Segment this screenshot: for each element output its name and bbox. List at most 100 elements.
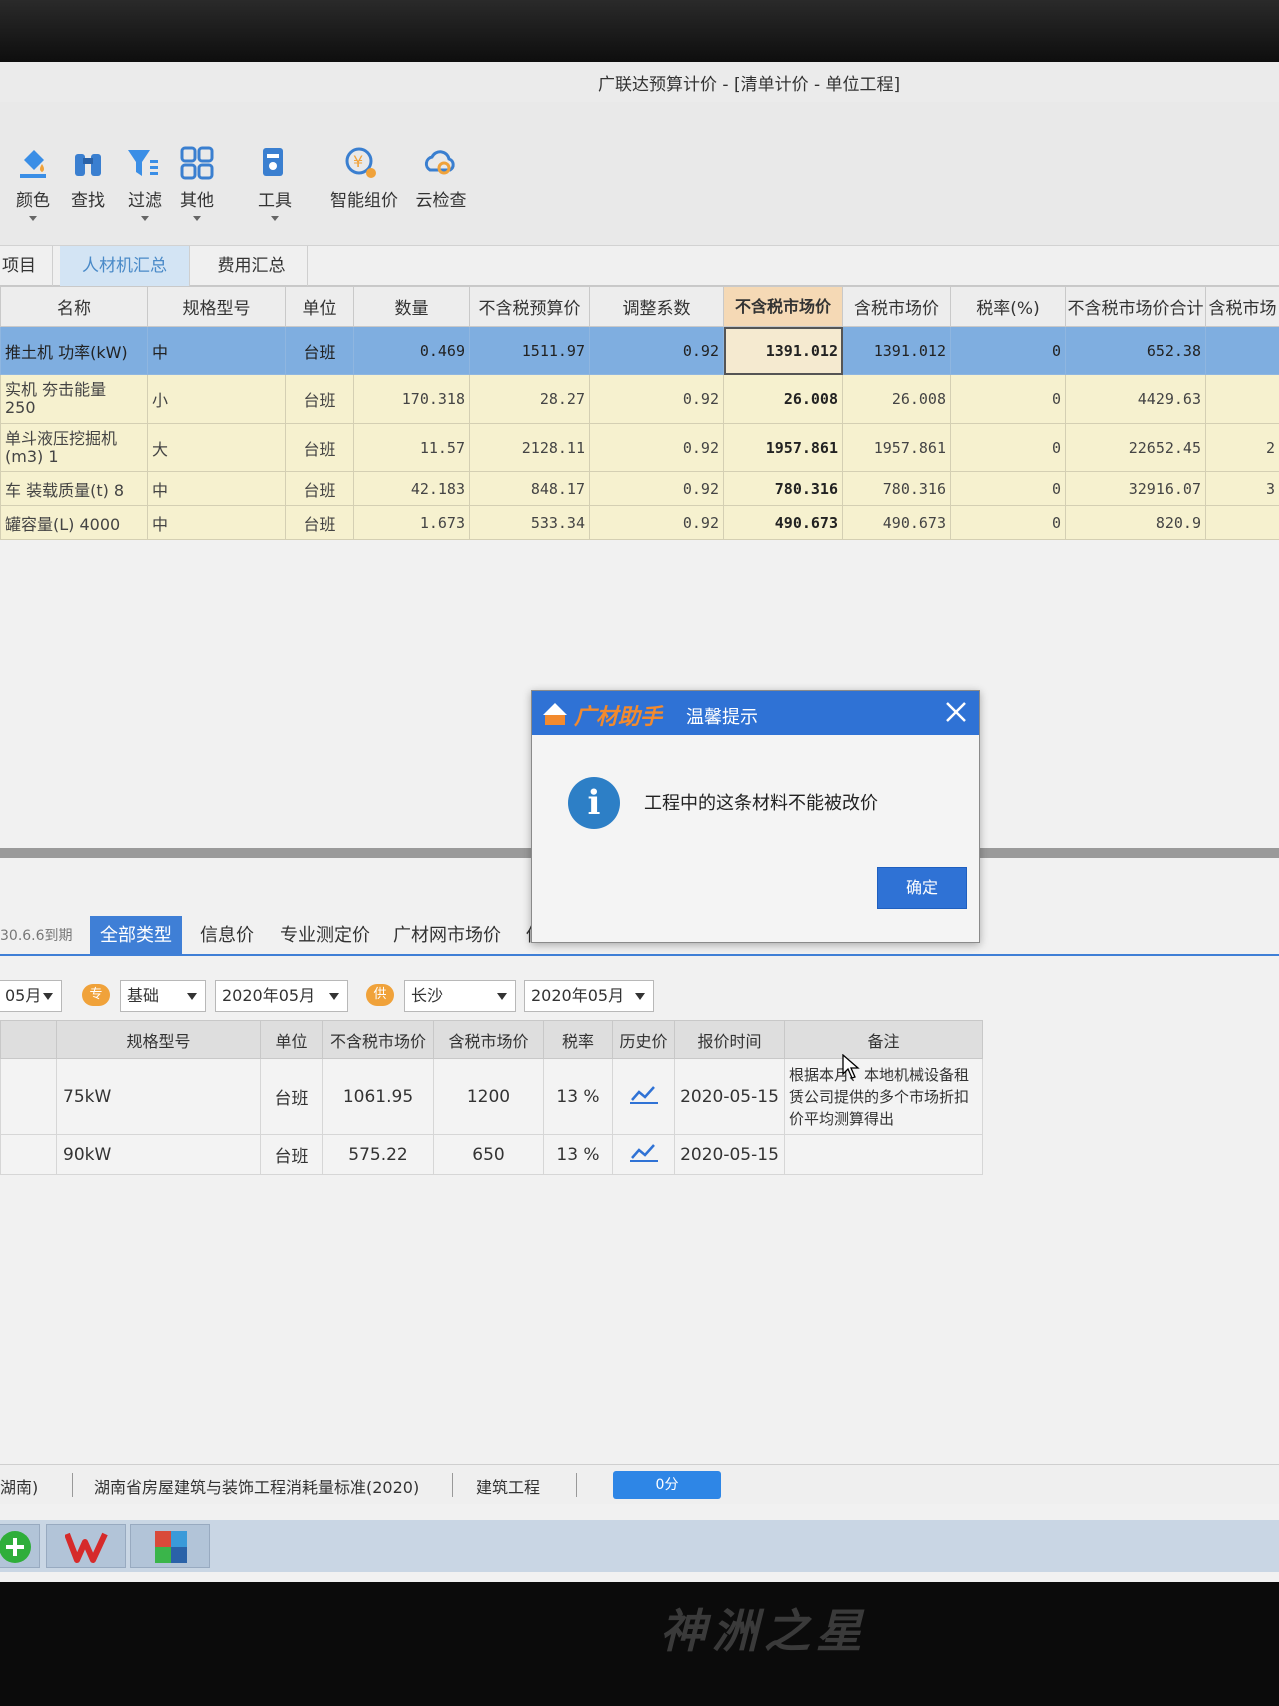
cell-name[interactable]: 推土机 功率(kW) <box>0 326 148 375</box>
cell-price[interactable]: 575.22 <box>322 1134 434 1175</box>
table-row[interactable]: 实机 夯击能量 250 小 台班 170.318 28.27 0.92 26.0… <box>0 374 1279 424</box>
tab-all-types[interactable]: 全部类型 <box>90 916 182 956</box>
cell-price-tax[interactable]: 650 <box>433 1134 544 1175</box>
cell-spec[interactable]: 中 <box>147 471 286 506</box>
cell-unit[interactable]: 台班 <box>285 423 354 472</box>
history-chart-cell[interactable] <box>612 1134 675 1175</box>
table-row[interactable]: 推土机 功率(kW) 中 台班 0.469 1511.97 0.92 1391.… <box>0 326 1279 375</box>
cell-name[interactable]: 罐容量(L) 4000 <box>0 505 148 540</box>
cell-rate[interactable]: 0 <box>950 505 1066 540</box>
cell-total[interactable]: 652.38 <box>1065 326 1206 375</box>
trend-chart-icon[interactable] <box>629 1142 658 1162</box>
cell-name[interactable]: 实机 夯击能量 250 <box>0 374 148 424</box>
cell-rate[interactable]: 0 <box>950 423 1066 472</box>
cell-market-price[interactable]: 780.316 <box>723 471 843 506</box>
tab-fee-summary[interactable]: 费用汇总 <box>196 246 308 286</box>
cell-market-price[interactable]: 490.673 <box>723 505 843 540</box>
table-row[interactable]: 90kW 台班 575.22 650 13 % 2020-05-15 <box>0 1134 983 1175</box>
cell-note[interactable] <box>784 1134 983 1175</box>
cell-total[interactable]: 22652.45 <box>1065 423 1206 472</box>
cell-total-tax[interactable]: 3 <box>1205 471 1279 506</box>
cell-budget[interactable]: 28.27 <box>469 374 590 424</box>
col-date[interactable]: 报价时间 <box>674 1020 785 1059</box>
cell-spec[interactable]: 小 <box>147 374 286 424</box>
cell-qty[interactable]: 170.318 <box>353 374 470 424</box>
tab-project[interactable]: 项目 <box>0 246 53 286</box>
cell-budget[interactable]: 1511.97 <box>469 326 590 375</box>
cell-market-price[interactable]: 1957.861 <box>723 423 843 472</box>
col-price-tax[interactable]: 含税市场价 <box>433 1020 544 1059</box>
cell-qty[interactable]: 42.183 <box>353 471 470 506</box>
cell-unit[interactable]: 台班 <box>285 471 354 506</box>
col-qty[interactable]: 数量 <box>353 286 470 327</box>
cell-total[interactable]: 820.9 <box>1065 505 1206 540</box>
cell-coef[interactable]: 0.92 <box>589 423 724 472</box>
taskbar-item-wps[interactable] <box>46 1524 126 1568</box>
cell-spec[interactable]: 中 <box>147 505 286 540</box>
month-select[interactable]: 2020年05月 <box>215 980 348 1012</box>
cell-market-tax[interactable]: 26.008 <box>842 374 951 424</box>
trend-chart-icon[interactable] <box>629 1084 658 1104</box>
cell-qty[interactable]: 0.469 <box>353 326 470 375</box>
toolbar-tools-button[interactable]: 工具 <box>240 148 310 221</box>
cell-budget[interactable]: 848.17 <box>469 471 590 506</box>
cell-market-tax[interactable]: 1391.012 <box>842 326 951 375</box>
cell-budget[interactable]: 533.34 <box>469 505 590 540</box>
city-select[interactable]: 长沙 <box>404 980 516 1012</box>
table-row[interactable]: 车 装载质量(t) 8 中 台班 42.183 848.17 0.92 780.… <box>0 471 1279 506</box>
col-market-total[interactable]: 不含税市场价合计 <box>1065 286 1206 327</box>
cell-coef[interactable]: 0.92 <box>589 326 724 375</box>
col-adjust-coef[interactable]: 调整系数 <box>589 286 724 327</box>
cell-rate[interactable]: 0 <box>950 326 1066 375</box>
tab-info-price[interactable]: 信息价 <box>200 916 254 956</box>
cell-unit[interactable]: 台班 <box>260 1134 323 1175</box>
period-select[interactable]: 05月 <box>0 980 62 1012</box>
cell-name[interactable]: 单斗液压挖掘机 (m3) 1 <box>0 423 148 472</box>
col-market-total-tax[interactable]: 含税市场 <box>1205 286 1279 327</box>
cell-coef[interactable]: 0.92 <box>589 505 724 540</box>
table-row[interactable]: 单斗液压挖掘机 (m3) 1 大 台班 11.57 2128.11 0.92 1… <box>0 423 1279 472</box>
type-select[interactable]: 基础 <box>120 980 206 1012</box>
cell-market-price[interactable]: 1391.012 <box>723 326 843 375</box>
toolbar-cloud-check-button[interactable]: 云检查 <box>406 150 476 211</box>
col-unit[interactable]: 单位 <box>285 286 354 327</box>
cell-spec[interactable]: 75kW <box>56 1058 261 1135</box>
taskbar-item-app[interactable] <box>130 1524 210 1568</box>
cell-budget[interactable]: 2128.11 <box>469 423 590 472</box>
cell-market-price[interactable]: 26.008 <box>723 374 843 424</box>
cell-spec[interactable]: 中 <box>147 326 286 375</box>
cell-total-tax[interactable] <box>1205 326 1279 375</box>
cell-date[interactable]: 2020-05-15 <box>674 1134 785 1175</box>
table-row[interactable]: 罐容量(L) 4000 中 台班 1.673 533.34 0.92 490.6… <box>0 505 1279 540</box>
close-icon[interactable] <box>941 697 971 727</box>
cell-total-tax[interactable] <box>1205 374 1279 424</box>
cell-total-tax[interactable] <box>1205 505 1279 540</box>
tab-market-price[interactable]: 广材网市场价 <box>393 916 501 956</box>
cell-qty[interactable]: 11.57 <box>353 423 470 472</box>
cell-date[interactable]: 2020-05-15 <box>674 1058 785 1135</box>
cell-unit[interactable]: 台班 <box>260 1058 323 1135</box>
cell-rate[interactable]: 13 % <box>543 1058 613 1135</box>
cell-coef[interactable]: 0.92 <box>589 374 724 424</box>
col-name[interactable]: 名称 <box>0 286 148 327</box>
supply-month-select[interactable]: 2020年05月 <box>524 980 654 1012</box>
cell-rate[interactable]: 0 <box>950 374 1066 424</box>
col-market-price[interactable]: 不含税市场价 <box>723 286 843 327</box>
col-tax-rate[interactable]: 税率(%) <box>950 286 1066 327</box>
col-spec[interactable]: 规格型号 <box>147 286 286 327</box>
taskbar-item[interactable] <box>0 1524 40 1568</box>
cell-price[interactable]: 1061.95 <box>322 1058 434 1135</box>
cell-spec[interactable]: 90kW <box>56 1134 261 1175</box>
cell-name[interactable]: 车 装载质量(t) 8 <box>0 471 148 506</box>
toolbar-other-button[interactable]: 其他 <box>162 146 232 221</box>
col-note[interactable]: 备注 <box>784 1020 983 1059</box>
cell-unit[interactable]: 台班 <box>285 326 354 375</box>
col-budget-price[interactable]: 不含税预算价 <box>469 286 590 327</box>
cell-qty[interactable]: 1.673 <box>353 505 470 540</box>
cell-total[interactable]: 4429.63 <box>1065 374 1206 424</box>
cell-unit[interactable]: 台班 <box>285 505 354 540</box>
tab-labor-material-machine[interactable]: 人材机汇总 <box>60 246 190 286</box>
col-unit[interactable]: 单位 <box>260 1020 323 1059</box>
cell-note[interactable]: 根据本月、本地机械设备租赁公司提供的多个市场折扣价平均测算得出 <box>784 1058 983 1135</box>
cell-spec[interactable]: 大 <box>147 423 286 472</box>
